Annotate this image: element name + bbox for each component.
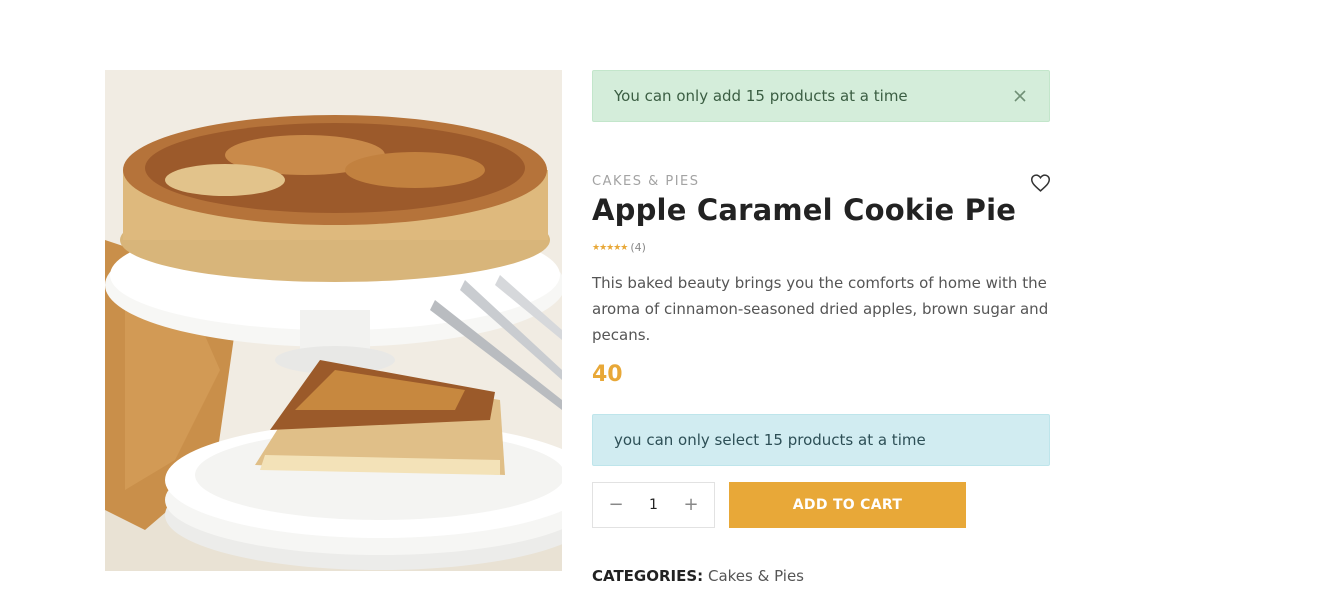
product-categories: CATEGORIES: Cakes & Pies xyxy=(592,567,804,585)
quantity-decrease-button[interactable]: − xyxy=(607,496,625,514)
categories-link[interactable]: Cakes & Pies xyxy=(708,567,804,585)
rating-count: (4) xyxy=(630,241,646,254)
info-alert: you can only select 15 products at a tim… xyxy=(592,414,1050,466)
success-alert: You can only add 15 products at a time xyxy=(592,70,1050,122)
info-alert-message: you can only select 15 products at a tim… xyxy=(614,431,926,449)
product-price: 40 xyxy=(592,362,623,387)
categories-label: CATEGORIES: xyxy=(592,567,704,585)
pie-photo xyxy=(105,70,562,571)
success-alert-message: You can only add 15 products at a time xyxy=(614,87,908,105)
add-to-cart-button[interactable]: ADD TO CART xyxy=(729,482,966,528)
product-image[interactable] xyxy=(105,70,562,571)
product-title: Apple Caramel Cookie Pie xyxy=(592,193,1017,227)
quantity-input[interactable]: 1 xyxy=(649,497,658,513)
close-icon[interactable] xyxy=(1011,87,1029,105)
rating-stars: ★★★★★ xyxy=(592,242,628,253)
quantity-stepper: − 1 + xyxy=(592,482,715,528)
product-page: You can only add 15 products at a time C… xyxy=(0,0,1339,611)
product-description: This baked beauty brings you the comfort… xyxy=(592,274,1049,344)
heart-icon[interactable] xyxy=(1030,173,1051,193)
product-category-tag[interactable]: CAKES & PIES xyxy=(592,174,700,189)
product-rating[interactable]: ★★★★★ (4) xyxy=(592,241,646,254)
quantity-increase-button[interactable]: + xyxy=(682,496,700,514)
